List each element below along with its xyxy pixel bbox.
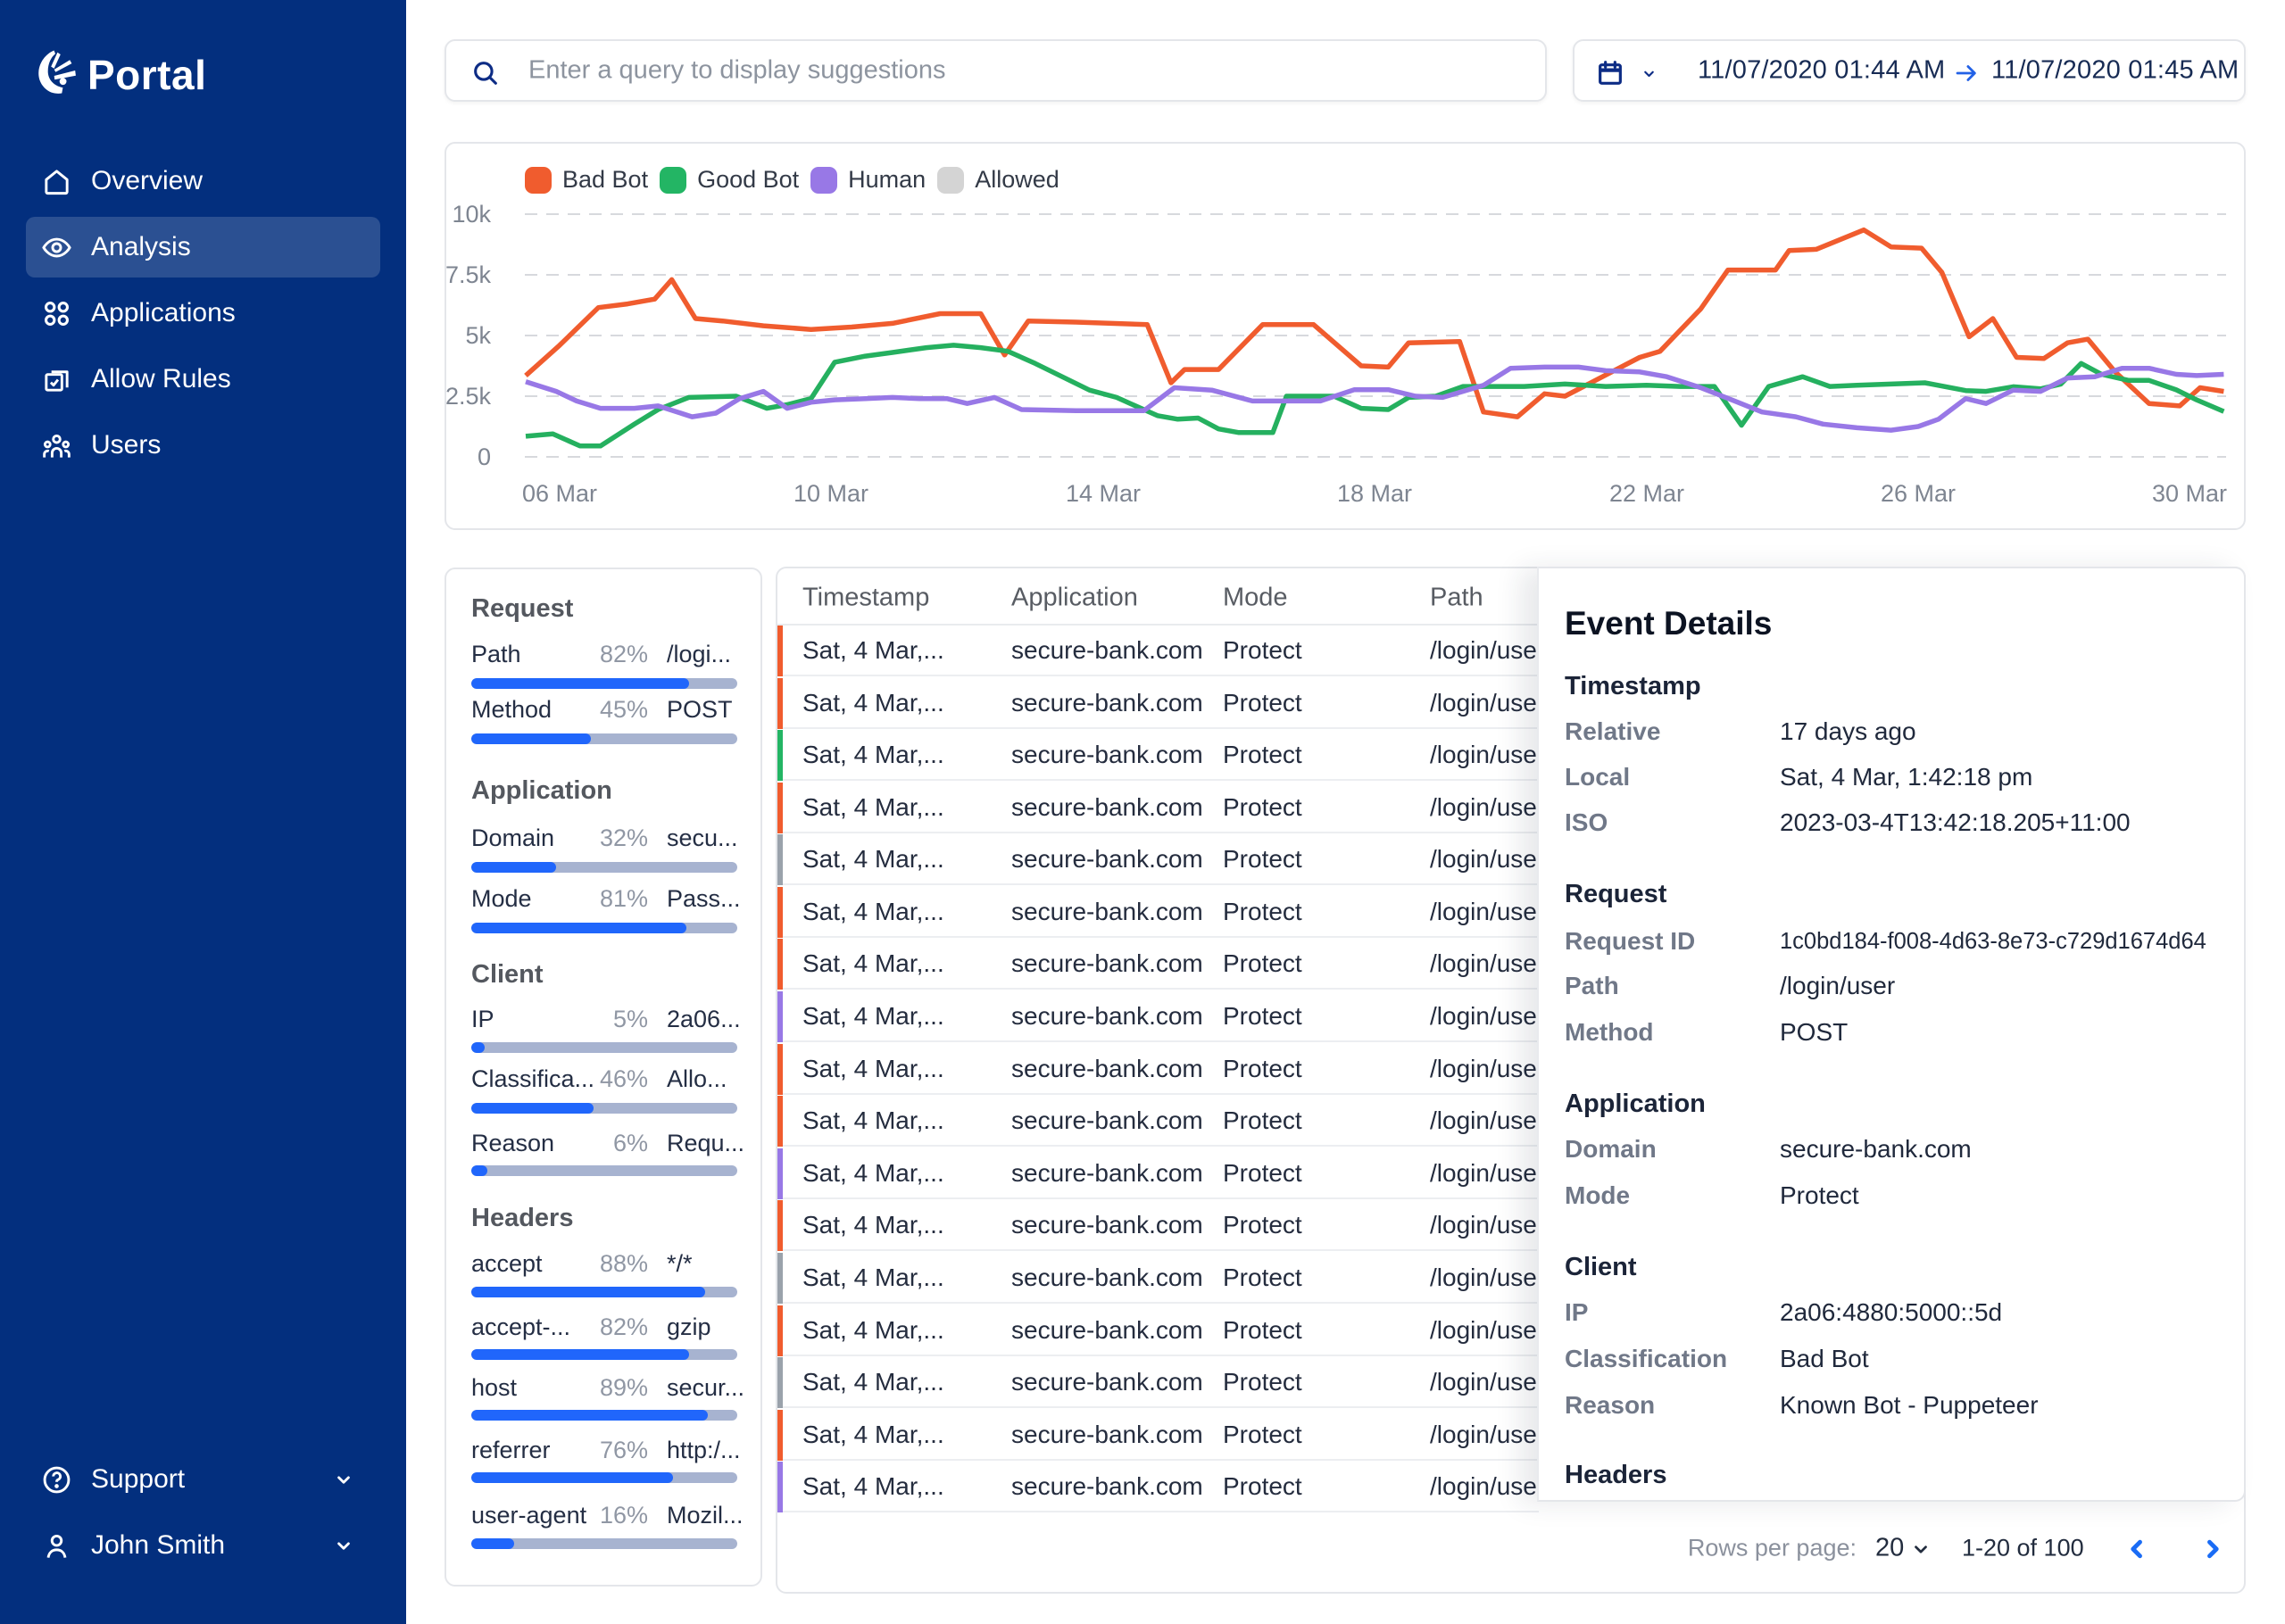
- svg-text:10 Mar: 10 Mar: [794, 480, 868, 507]
- svg-text:0: 0: [478, 443, 491, 470]
- svg-text:22 Mar: 22 Mar: [1609, 480, 1684, 507]
- svg-text:06 Mar: 06 Mar: [522, 480, 597, 507]
- svg-text:10k: 10k: [452, 201, 491, 228]
- svg-text:5k: 5k: [465, 322, 491, 349]
- svg-text:30 Mar: 30 Mar: [2152, 480, 2227, 507]
- svg-text:14 Mar: 14 Mar: [1066, 480, 1141, 507]
- svg-text:7.5k: 7.5k: [446, 261, 491, 288]
- svg-text:18 Mar: 18 Mar: [1337, 480, 1412, 507]
- svg-text:26 Mar: 26 Mar: [1881, 480, 1956, 507]
- svg-text:2.5k: 2.5k: [446, 383, 491, 410]
